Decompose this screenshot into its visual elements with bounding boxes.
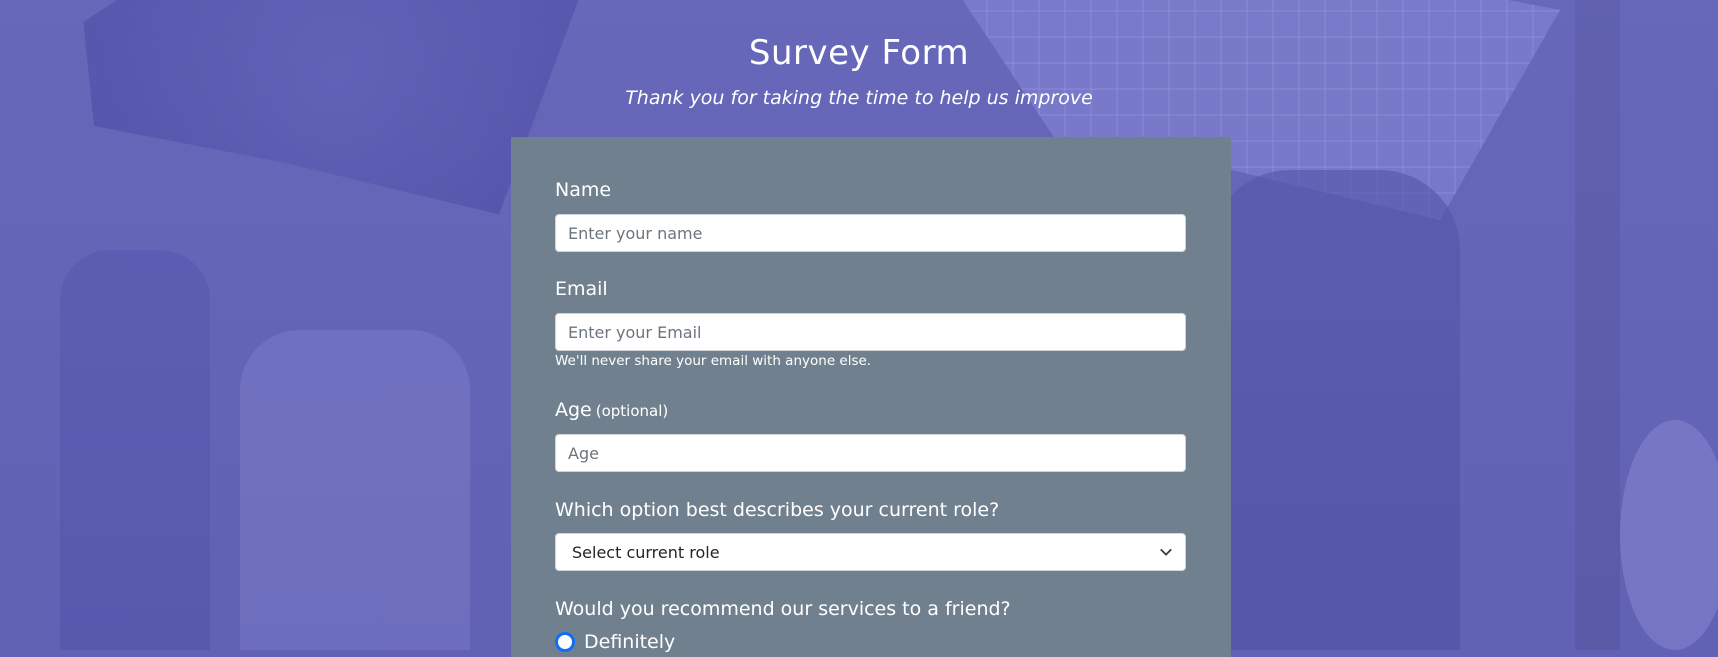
email-input[interactable] <box>555 313 1186 351</box>
age-label-text: Age <box>555 399 592 421</box>
radio-button[interactable] <box>555 632 575 652</box>
role-select[interactable]: Select current role <box>555 533 1186 571</box>
role-select-value: Select current role <box>572 542 720 562</box>
chevron-down-icon <box>1160 548 1172 556</box>
recommend-label: Would you recommend our services to a fr… <box>555 598 1011 620</box>
page-subtitle: Thank you for taking the time to help us… <box>625 87 1093 109</box>
age-input[interactable] <box>555 434 1186 472</box>
survey-form: Name Email We'll never share your email … <box>511 137 1231 657</box>
name-label: Name <box>555 179 612 201</box>
email-help-text: We'll never share your email with anyone… <box>555 353 872 369</box>
role-label: Which option best describes your current… <box>555 499 1000 521</box>
name-input[interactable] <box>555 214 1186 252</box>
age-label: Age (optional) <box>555 399 668 421</box>
page-title: Survey Form <box>748 33 970 73</box>
email-label: Email <box>555 278 608 300</box>
age-optional-text: (optional) <box>595 402 669 420</box>
page-header: Survey Form Thank you for taking the tim… <box>0 32 1718 110</box>
